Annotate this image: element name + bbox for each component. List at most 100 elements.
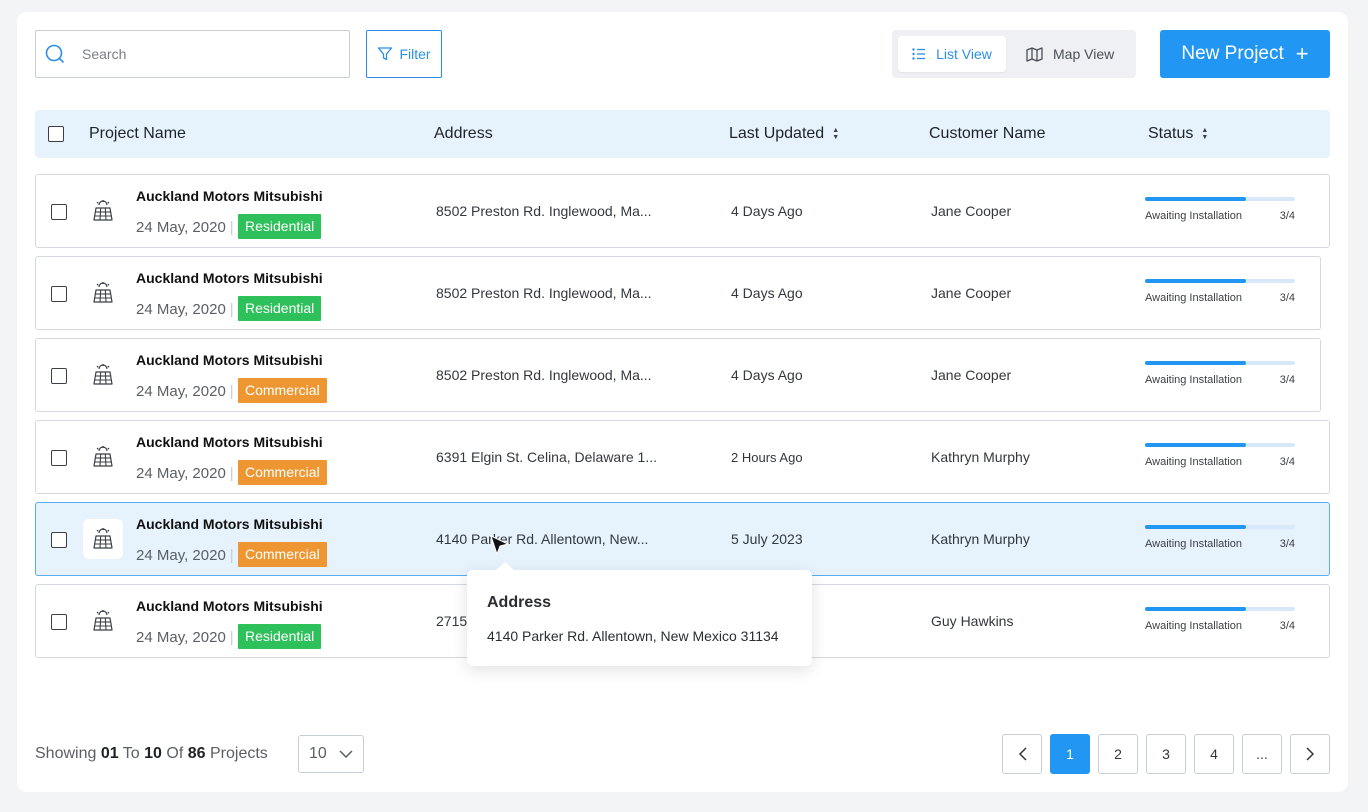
map-view-button[interactable]: Map View (1026, 36, 1114, 72)
progress-track (1145, 525, 1295, 529)
next-page-button[interactable] (1290, 734, 1330, 774)
table-row[interactable]: Auckland Motors Mitsubishi 24 May, 2020 | R… (35, 256, 1321, 330)
per-page-select[interactable]: 10 (298, 735, 364, 773)
address-cell[interactable]: 6391 Elgin St. Celina, Delaware 1... (436, 449, 657, 465)
table-row[interactable]: Auckland Motors Mitsubishi 24 May, 2020 | R… (35, 174, 1330, 248)
progress-track (1145, 607, 1295, 611)
filter-label: Filter (399, 46, 431, 62)
project-date: 24 May, 2020 | (136, 547, 234, 564)
solar-panel-icon (93, 610, 113, 631)
page-ellipsis[interactable]: ... (1242, 734, 1282, 774)
project-type-badge: Residential (238, 624, 322, 649)
project-type-badge: Residential (238, 296, 322, 321)
address-cell[interactable]: 8502 Preston Rd. Inglewood, Ma... (436, 285, 652, 301)
address-cell[interactable]: 2715 (436, 613, 467, 629)
table-row[interactable]: Auckland Motors Mitsubishi 24 May, 2020 | C… (35, 338, 1321, 412)
solar-panel-icon (93, 200, 113, 221)
progress-track (1145, 361, 1295, 365)
project-name[interactable]: Auckland Motors Mitsubishi (136, 270, 323, 286)
project-name[interactable]: Auckland Motors Mitsubishi (136, 516, 323, 532)
progress-track (1145, 279, 1295, 283)
status-progress: Awaiting Installation 3/4 (1145, 607, 1295, 632)
row-checkbox[interactable] (51, 532, 67, 548)
status-progress: Awaiting Installation 3/4 (1145, 361, 1295, 386)
table-row[interactable]: Auckland Motors Mitsubishi 24 May, 2020 | C… (35, 420, 1330, 494)
page-button-3[interactable]: 3 (1146, 734, 1186, 774)
project-icon (83, 273, 123, 313)
project-name[interactable]: Auckland Motors Mitsubishi (136, 352, 323, 368)
page-button-4[interactable]: 4 (1194, 734, 1234, 774)
status-label: Awaiting Installation (1145, 210, 1243, 222)
row-checkbox[interactable] (51, 614, 67, 630)
project-type-badge: Commercial (238, 542, 327, 567)
last-updated-cell: 4 Days Ago (731, 367, 803, 383)
table-header: Project Name Address Last Updated ▲ ▼ Cus… (35, 110, 1330, 158)
solar-panel-icon (93, 282, 113, 303)
new-project-button[interactable]: New Project + (1160, 30, 1330, 78)
select-all-checkbox[interactable] (48, 126, 64, 142)
status-count: 3/4 (1279, 538, 1295, 550)
status-label: Awaiting Installation (1145, 620, 1243, 632)
project-date: 24 May, 2020 | (136, 383, 234, 400)
project-icon (83, 355, 123, 395)
tooltip-body: 4140 Parker Rd. Allentown, New Mexico 31… (487, 628, 779, 644)
search-box[interactable] (35, 30, 350, 78)
filter-icon (378, 47, 393, 61)
address-cell[interactable]: 8502 Preston Rd. Inglewood, Ma... (436, 367, 652, 383)
project-name[interactable]: Auckland Motors Mitsubishi (136, 598, 323, 614)
row-checkbox[interactable] (51, 286, 67, 302)
solar-panel-icon (93, 446, 113, 467)
per-page-value: 10 (309, 745, 327, 762)
project-date: 24 May, 2020 | (136, 465, 234, 482)
project-type-badge: Commercial (238, 460, 327, 485)
progress-fill (1145, 279, 1246, 283)
last-updated-cell: 5 July 2023 (731, 531, 803, 547)
table-row[interactable]: Auckland Motors Mitsubishi 24 May, 2020 | C… (35, 502, 1330, 576)
solar-panel-icon (93, 364, 113, 385)
new-project-label: New Project (1181, 43, 1284, 64)
progress-fill (1145, 197, 1246, 201)
status-count: 3/4 (1279, 210, 1295, 222)
customer-name-cell: Kathryn Murphy (931, 531, 1030, 547)
project-name[interactable]: Auckland Motors Mitsubishi (136, 434, 323, 450)
status-progress: Awaiting Installation 3/4 (1145, 525, 1295, 550)
last-updated-cell: 4 Days Ago (731, 285, 803, 301)
header-status[interactable]: Status ▲ ▼ (1148, 125, 1208, 143)
project-name[interactable]: Auckland Motors Mitsubishi (136, 188, 323, 204)
status-progress: Awaiting Installation 3/4 (1145, 279, 1295, 304)
status-label: Awaiting Installation (1145, 456, 1243, 468)
customer-name-cell: Jane Cooper (931, 203, 1012, 219)
header-last-updated[interactable]: Last Updated ▲ ▼ (729, 125, 839, 143)
status-count: 3/4 (1279, 456, 1295, 468)
search-input[interactable] (82, 46, 332, 62)
chevron-right-icon (1305, 747, 1314, 761)
address-tooltip: Address 4140 Parker Rd. Allentown, New M… (467, 562, 812, 666)
sort-icon[interactable]: ▲ ▼ (832, 127, 839, 141)
address-cell[interactable]: 8502 Preston Rd. Inglewood, Ma... (436, 203, 652, 219)
project-date: 24 May, 2020 | (136, 219, 234, 236)
list-view-button[interactable]: List View (898, 36, 1006, 72)
progress-fill (1145, 525, 1246, 529)
row-checkbox[interactable] (51, 368, 67, 384)
project-icon (83, 437, 123, 477)
page-button-2[interactable]: 2 (1098, 734, 1138, 774)
filter-button[interactable]: Filter (366, 30, 442, 78)
row-checkbox[interactable] (51, 204, 67, 220)
last-updated-cell: 2 Hours Ago (731, 450, 803, 465)
sort-icon[interactable]: ▲ ▼ (1201, 127, 1208, 141)
prev-page-button[interactable] (1002, 734, 1042, 774)
project-date: 24 May, 2020 | (136, 629, 234, 646)
project-icon (83, 601, 123, 641)
view-toggle: List View Map View (892, 30, 1136, 78)
page-button-1[interactable]: 1 (1050, 734, 1090, 774)
mouse-cursor-icon (490, 535, 510, 556)
row-checkbox[interactable] (51, 450, 67, 466)
address-cell[interactable]: 4140 Parker Rd. Allentown, New... (436, 531, 648, 547)
chevron-down-icon (339, 750, 353, 758)
list-icon (912, 48, 926, 60)
customer-name-cell: Kathryn Murphy (931, 449, 1030, 465)
customer-name-cell: Jane Cooper (931, 285, 1012, 301)
status-count: 3/4 (1279, 292, 1295, 304)
status-label: Awaiting Installation (1145, 374, 1243, 386)
map-icon (1026, 46, 1043, 62)
